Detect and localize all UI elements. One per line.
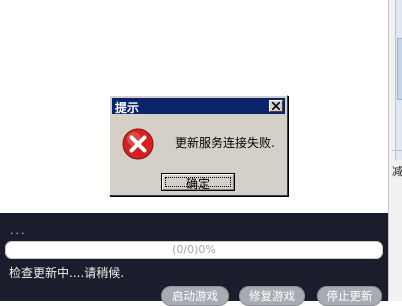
start-game-button[interactable]: 启动游戏 bbox=[161, 286, 229, 306]
dialog-message: 更新服务连接失败. bbox=[175, 136, 275, 150]
dialog-title: 提示 bbox=[115, 101, 140, 115]
status-text: 检查更新中....请稍候. bbox=[9, 266, 125, 280]
background-window-edge: 减 bbox=[388, 0, 402, 301]
loading-dots: ... bbox=[10, 224, 27, 237]
partial-label: 减 bbox=[392, 165, 402, 178]
close-button[interactable] bbox=[269, 100, 283, 112]
update-progress-bar: (0/0)0% bbox=[5, 241, 383, 259]
updater-panel: ... (0/0)0% 检查更新中....请稍候. 启动游戏 修复游戏 停止更新 bbox=[0, 213, 388, 306]
vertical-scrollbar[interactable] bbox=[395, 0, 402, 160]
divider bbox=[392, 150, 402, 151]
ok-button[interactable]: 确定 bbox=[161, 173, 235, 191]
error-icon bbox=[121, 127, 155, 165]
error-dialog: 提示 更新服务连接失败. 确定 bbox=[109, 95, 288, 196]
repair-game-button[interactable]: 修复游戏 bbox=[239, 286, 305, 306]
stop-update-button[interactable]: 停止更新 bbox=[317, 286, 382, 306]
close-icon bbox=[272, 102, 280, 110]
ok-button-label: 确定 bbox=[185, 177, 210, 191]
scrollbar-thumb[interactable] bbox=[397, 38, 402, 100]
dialog-title-bar[interactable]: 提示 bbox=[112, 98, 285, 115]
progress-text: (0/0)0% bbox=[172, 243, 216, 256]
